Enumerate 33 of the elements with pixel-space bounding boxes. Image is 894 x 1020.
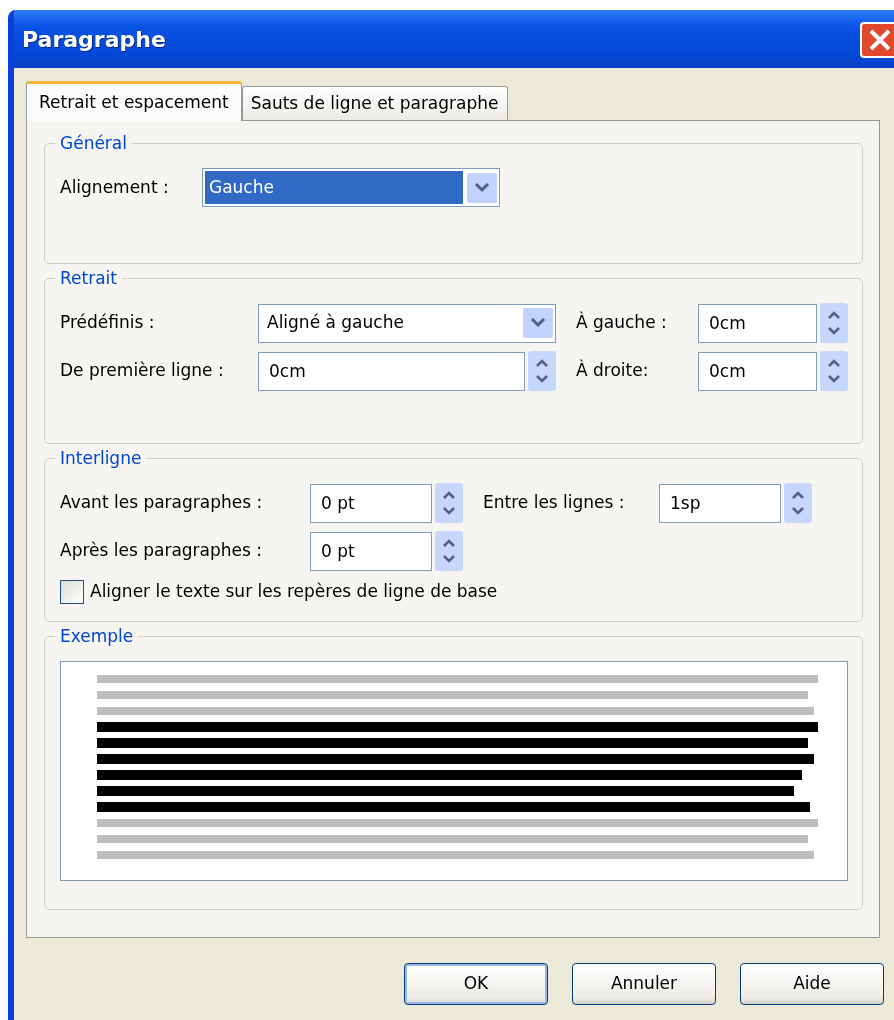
spin-field[interactable]: 1sp — [659, 483, 781, 523]
checkbox-label: Aligner le texte sur les repères de ligne de base — [90, 580, 498, 603]
spin-buttons[interactable] — [784, 483, 812, 523]
tab[interactable]: Retrait et espacement — [26, 81, 242, 121]
close-button[interactable] — [860, 22, 894, 58]
field-label: Alignement : — [60, 175, 170, 199]
spin-field[interactable]: 0cm — [258, 351, 525, 391]
spin-buttons[interactable] — [820, 351, 848, 391]
field-label: Prédéfinis : — [60, 311, 156, 335]
spin-buttons[interactable] — [435, 531, 463, 571]
field-label: À droite: — [576, 358, 650, 383]
field-label: Avant les paragraphes : — [60, 491, 264, 515]
spin-field[interactable]: 0cm — [698, 303, 817, 343]
dropdown[interactable]: Gauche — [202, 168, 500, 207]
field-label: Entre les lignes : — [483, 491, 626, 515]
spin-buttons[interactable] — [820, 303, 848, 343]
checkbox[interactable] — [60, 579, 84, 604]
spin-field[interactable]: 0cm — [698, 351, 817, 391]
tab[interactable]: Sauts de ligne et paragraphe — [241, 86, 508, 120]
field-label: Après les paragraphes : — [60, 539, 264, 563]
spin-field[interactable]: 0 pt — [310, 483, 432, 523]
dropdown-caret-icon — [523, 308, 553, 338]
field-label: À gauche : — [576, 310, 668, 335]
dropdown-caret-icon — [467, 172, 497, 203]
dialog-button[interactable]: Annuler — [572, 963, 716, 1005]
window-title: Paragraphe — [22, 25, 166, 54]
dialog-button[interactable]: Aide — [740, 963, 884, 1005]
spin-buttons[interactable] — [435, 483, 463, 523]
dialog-button[interactable]: OK — [404, 963, 548, 1005]
dropdown[interactable]: Aligné à gauche — [258, 303, 556, 343]
spin-field[interactable]: 0 pt — [310, 531, 432, 571]
spin-buttons[interactable] — [528, 351, 556, 391]
field-label: De première ligne : — [60, 359, 225, 383]
